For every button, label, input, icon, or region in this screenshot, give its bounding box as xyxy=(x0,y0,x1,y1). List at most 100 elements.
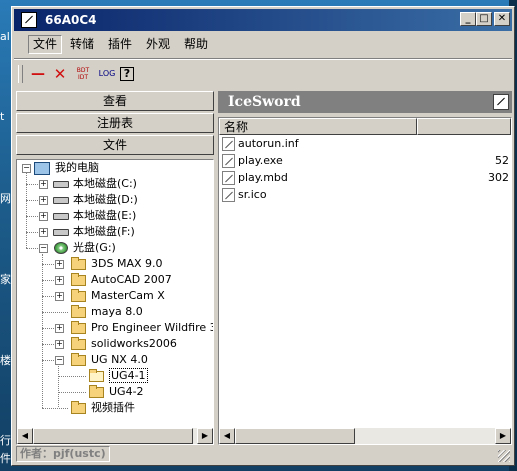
menu-appearance[interactable]: 外观 xyxy=(142,36,174,53)
scroll-right-icon[interactable]: ▶ xyxy=(197,428,213,444)
list-horizontal-scrollbar[interactable]: ◀ ▶ xyxy=(219,428,511,444)
tree-item-folder[interactable]: maya 8.0 xyxy=(91,304,143,320)
scroll-thumb[interactable] xyxy=(235,428,355,444)
file-row[interactable]: autorun.inf xyxy=(219,136,511,152)
close-button[interactable]: ✕ xyxy=(494,12,510,26)
expand-toggle[interactable]: + xyxy=(39,228,48,237)
menu-file[interactable]: 文件 xyxy=(28,35,63,54)
panel-icon[interactable] xyxy=(493,94,509,110)
tree-item-ug4-2[interactable]: UG4-2 xyxy=(109,384,144,400)
menu-plugins[interactable]: 插件 xyxy=(104,36,136,53)
window-title: 66A0C4 xyxy=(45,13,97,27)
scroll-right-icon[interactable]: ▶ xyxy=(495,428,511,444)
tree-item-my-computer[interactable]: 我的电脑 xyxy=(55,160,99,176)
file-size: 52 xyxy=(495,154,509,167)
file-name: autorun.inf xyxy=(238,137,299,150)
help-icon[interactable]: ? xyxy=(120,67,134,81)
resize-grip-icon[interactable] xyxy=(498,450,510,462)
folder-icon xyxy=(89,385,104,398)
icesword-window: 66A0C4 _ □ ✕ 文件 转储 插件 外观 帮助 — ✕ BDT IDT … xyxy=(11,6,515,466)
bdt-idt-icon[interactable]: BDT IDT xyxy=(72,65,94,83)
file-size: 302 xyxy=(488,171,509,184)
expand-toggle[interactable]: + xyxy=(39,212,48,221)
scroll-left-icon[interactable]: ◀ xyxy=(219,428,235,444)
folder-tree[interactable]: − 我的电脑 + 本地磁盘(C:) + 本地磁盘(D:) + 本地磁盘(E:) … xyxy=(16,159,214,445)
maximize-button[interactable]: □ xyxy=(476,12,492,26)
tree-item-drive-d[interactable]: 本地磁盘(D:) xyxy=(73,192,138,208)
folder-icon xyxy=(71,305,86,318)
tree-item-cd-g[interactable]: 光盘(G:) xyxy=(73,240,116,256)
cd-icon xyxy=(54,242,68,254)
file-icon xyxy=(222,137,235,151)
panel-header: IceSword xyxy=(218,91,512,113)
disk-icon xyxy=(53,213,69,220)
expand-toggle[interactable]: + xyxy=(55,276,64,285)
right-panel: IceSword 名称 autorun.inf play.exe 52 play… xyxy=(218,91,514,445)
tree-horizontal-scrollbar[interactable]: ◀ ▶ xyxy=(17,428,213,444)
expand-toggle[interactable]: + xyxy=(39,180,48,189)
tree-item-folder[interactable]: AutoCAD 2007 xyxy=(91,272,172,288)
tree-item-folder[interactable]: MasterCam X xyxy=(91,288,165,304)
left-panel: 查看 注册表 文件 − 我的电脑 + 本地磁盘(C:) + 本地磁盘(D:) +… xyxy=(16,91,215,445)
registry-button[interactable]: 注册表 xyxy=(16,113,214,133)
tree-item-drive-c[interactable]: 本地磁盘(C:) xyxy=(73,176,137,192)
expand-toggle[interactable]: + xyxy=(55,260,64,269)
menu-help[interactable]: 帮助 xyxy=(180,36,212,53)
selected-label: UG4-1 xyxy=(109,368,148,383)
folder-icon xyxy=(71,353,86,366)
file-name: play.mbd xyxy=(238,171,288,184)
minimize-button[interactable]: _ xyxy=(460,12,476,26)
file-row[interactable]: sr.ico xyxy=(219,187,511,203)
expand-toggle[interactable]: + xyxy=(55,340,64,349)
log-icon[interactable]: LOG xyxy=(96,65,118,83)
expand-toggle[interactable]: + xyxy=(55,292,64,301)
scroll-left-icon[interactable]: ◀ xyxy=(17,428,33,444)
tree-item-folder[interactable]: solidworks2006 xyxy=(91,336,177,352)
tree-item-drive-e[interactable]: 本地磁盘(E:) xyxy=(73,208,136,224)
tree-item-folder[interactable]: UG NX 4.0 xyxy=(91,352,148,368)
title-bar[interactable]: 66A0C4 _ □ ✕ xyxy=(14,9,512,31)
open-folder-icon xyxy=(89,369,104,382)
collapse-toggle[interactable]: − xyxy=(22,164,31,173)
file-name: sr.ico xyxy=(238,188,267,201)
file-row[interactable]: play.exe 52 xyxy=(219,153,511,169)
scroll-thumb[interactable] xyxy=(33,428,193,444)
toolbar-grip[interactable] xyxy=(18,65,23,83)
folder-icon xyxy=(71,257,86,270)
tree-item-ug4-1[interactable]: UG4-1 xyxy=(109,368,148,384)
tree-item-folder[interactable]: Pro Engineer Wildfire 3.0 xyxy=(91,320,213,336)
file-button[interactable]: 文件 xyxy=(16,135,214,155)
collapse-toggle[interactable]: − xyxy=(39,244,48,253)
tree-item-drive-f[interactable]: 本地磁盘(F:) xyxy=(73,224,135,240)
disk-icon xyxy=(53,229,69,236)
file-list[interactable]: 名称 autorun.inf play.exe 52 play.mbd 302 … xyxy=(218,117,512,445)
folder-icon xyxy=(71,337,86,350)
collapse-toggle[interactable]: − xyxy=(55,356,64,365)
view-button[interactable]: 查看 xyxy=(16,91,214,111)
minus-icon[interactable]: — xyxy=(28,65,48,83)
folder-icon xyxy=(71,289,86,302)
column-header-size[interactable] xyxy=(417,118,511,135)
tree-item-folder[interactable]: 3DS MAX 9.0 xyxy=(91,256,163,272)
delete-icon[interactable]: ✕ xyxy=(50,65,70,83)
disk-icon xyxy=(53,181,69,188)
toolbar: — ✕ BDT IDT LOG ? xyxy=(14,58,512,89)
menu-bar: 文件 转储 插件 外观 帮助 xyxy=(14,34,512,54)
file-name: play.exe xyxy=(238,154,283,167)
folder-icon xyxy=(71,321,86,334)
author-label: 作者：pjf(ustc) xyxy=(16,446,110,462)
file-icon xyxy=(222,154,235,168)
file-row[interactable]: play.mbd 302 xyxy=(219,170,511,186)
expand-toggle[interactable]: + xyxy=(39,196,48,205)
menu-dump[interactable]: 转储 xyxy=(66,36,98,53)
disk-icon xyxy=(53,197,69,204)
app-icon[interactable] xyxy=(21,12,37,28)
folder-icon xyxy=(71,273,86,286)
folder-icon xyxy=(71,401,86,414)
tree-item-folder[interactable]: 视频插件 xyxy=(91,400,135,416)
column-header-name[interactable]: 名称 xyxy=(219,118,417,135)
status-bar: 作者：pjf(ustc) xyxy=(16,446,510,462)
file-icon xyxy=(222,171,235,185)
file-icon xyxy=(222,188,235,202)
expand-toggle[interactable]: + xyxy=(55,324,64,333)
